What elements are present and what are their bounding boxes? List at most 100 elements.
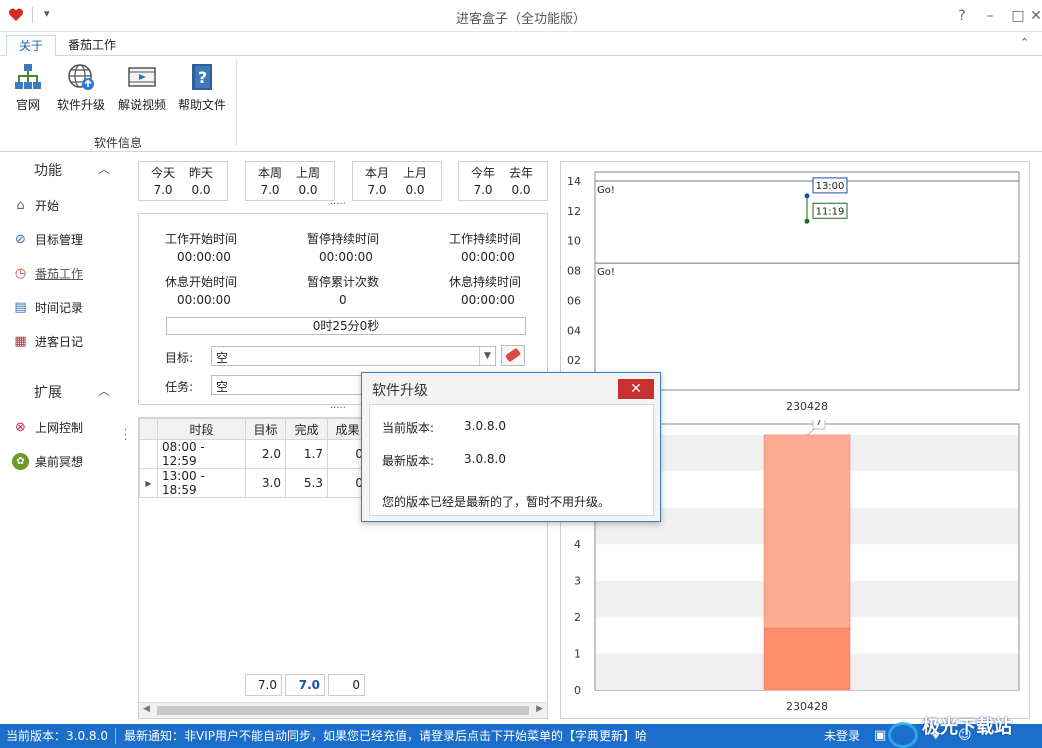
current-version-label: 当前版本: [382,421,435,435]
stat-label: 去年 [508,166,533,180]
help-button[interactable]: ? [948,5,976,27]
sidebar-item-pomodoro[interactable]: ◷ 番茄工作 [12,262,83,284]
column-header[interactable]: 完成 [285,418,328,440]
clipboard-icon[interactable]: ▣ [874,724,886,748]
row-indicator: ▶ [139,468,158,498]
minimize-button[interactable]: – [976,5,1004,27]
scroll-left-icon[interactable]: ◀ [143,704,150,714]
done-cell[interactable]: 1.7 [285,439,328,469]
target-cell[interactable]: 2.0 [245,439,286,469]
close-button[interactable]: ✕ [1030,5,1042,27]
y-tick-label: 4 [574,538,581,551]
tab-about[interactable]: 关于 [6,35,57,57]
dialog-close-button[interactable]: ✕ [618,379,654,399]
work-start-label: 工作开始时间 [165,232,238,246]
scroll-right-icon[interactable]: ▶ [536,704,543,714]
target-cell[interactable]: 3.0 [245,468,286,498]
calendar-icon: ▦ [14,333,27,349]
scroll-thumb[interactable] [157,706,529,715]
video-label: 解说视频 [117,98,166,112]
svg-text:?: ? [198,68,207,87]
table-row[interactable]: 08:00 - 12:59 2.0 1.7 0 [139,439,368,469]
website-label: 官网 [15,98,40,112]
watermark-text: 极光下载站 [922,717,1012,738]
status-divider [115,728,116,744]
upgrade-label: 软件升级 [56,98,105,112]
column-header[interactable]: 时段 [157,418,246,440]
rest-duration-label: 休息持续时间 [449,275,522,289]
total-label: 7 [816,420,823,428]
sidebar-item-label: 进客日记 [35,334,84,349]
dialog-body: 当前版本: 3.0.8.0 最新版本: 3.0.8.0 您的版本已经是最新的了，… [369,404,654,516]
maximize-button[interactable]: □ [1004,5,1032,27]
countdown-progress-bar: 0时25分0秒 [166,317,526,335]
function-collapse-icon[interactable]: ︿ [98,160,110,177]
period-cell[interactable]: 08:00 - 12:59 [157,439,246,469]
annotation-label: Go! [597,185,615,196]
rest-duration-value: 00:00:00 [461,293,515,307]
done-cell[interactable]: 5.3 [285,468,328,498]
collapse-ribbon-icon[interactable]: ⌃ [1020,36,1029,49]
website-button[interactable]: 官网 [0,62,56,113]
stat-label: 今天 [150,166,175,180]
status-notice[interactable]: 最新通知：非VIP用户不能自动同步，如果您已经充值，请登录后点击下开始菜单的【字… [124,724,647,748]
horizontal-scrollbar[interactable]: ◀ ▶ [139,702,547,718]
stat-box-day: 今天 昨天 7.0 0.0 [138,161,228,201]
sidebar-item-start[interactable]: ⌂ 开始 [12,194,59,216]
sidebar-item-meditation[interactable]: ✿ 桌前冥想 [12,450,83,472]
goal-select[interactable]: 空 ▼ [211,346,496,366]
stat-label: 上月 [402,166,427,180]
stat-label: 今年 [470,166,495,180]
current-version-value: 3.0.8.0 [464,419,506,433]
period-cell[interactable]: 13:00 - 18:59 [157,468,246,498]
work-duration-label: 工作持续时间 [449,232,522,246]
ribbon-group-label: 软件信息 [93,136,142,150]
ribbon-tab-strip: 关于 番茄工作 ⌃ [0,32,1042,57]
task-select[interactable]: 空 [211,375,371,395]
eye-slash-icon: ⊗ [15,419,26,435]
sidebar: 功能 ︿ ⌂ 开始 ⊘ 目标管理 ◷ 番茄工作 ▤ 时间记录 ▦ 进客日记 扩展… [0,152,122,724]
stat-value: 0.0 [191,183,211,197]
stat-value: 7.0 [367,183,387,197]
clock-icon: ◷ [14,265,27,281]
y-tick-label: 2 [574,611,581,624]
y-tick-label: 12 [567,205,581,218]
sidebar-item-time-log[interactable]: ▤ 时间记录 [12,296,83,318]
clear-goal-button[interactable] [501,345,525,366]
home-icon: ⌂ [16,197,25,213]
sidebar-item-goals[interactable]: ⊘ 目标管理 [12,228,83,250]
latest-version-value: 3.0.8.0 [464,452,506,466]
stat-value: 7.0 [473,183,493,197]
goal-select-value: 空 [216,351,229,365]
video-button[interactable]: 解说视频 [112,62,172,113]
total-result: 0 [328,674,365,696]
status-login[interactable]: 未登录 [824,724,860,748]
splitter-handle[interactable]: ····· [330,199,346,210]
chevron-down-icon[interactable]: ▼ [479,347,495,365]
eraser-icon [504,347,522,363]
table-row[interactable]: ▶ 13:00 - 18:59 3.0 5.3 0 [139,468,368,498]
schedule-table: 时段 目标 完成 成果 08:00 - 12:59 2.0 1.7 0 ▶ 13… [139,418,368,498]
latest-version-label: 最新版本: [382,454,435,468]
sidebar-item-web-control[interactable]: ⊗ 上网控制 [12,416,83,438]
sidebar-item-label: 桌前冥想 [35,454,84,469]
sidebar-splitter-handle[interactable]: · · · [124,426,127,446]
help-file-label: 帮助文件 [177,98,226,112]
upgrade-button[interactable]: 软件升级 [52,62,110,113]
bar-segment [763,627,851,691]
bar-segment [763,434,851,629]
sidebar-item-label: 时间记录 [35,300,84,315]
help-file-button[interactable]: ? 帮助文件 [172,62,232,113]
sidebar-item-diary[interactable]: ▦ 进客日记 [12,330,83,352]
y-tick-label: 14 [567,175,581,188]
y-tick-label: 3 [574,575,581,588]
extend-collapse-icon[interactable]: ︿ [98,382,110,399]
compass-icon: ⊘ [15,231,26,247]
stat-value: 7.0 [153,183,173,197]
pause-duration-label: 暂停持续时间 [307,232,380,246]
task-select-value: 空 [216,380,229,394]
total-target: 7.0 [245,674,282,696]
splitter-handle[interactable]: ····· [330,403,346,414]
tab-pomodoro[interactable]: 番茄工作 [56,35,128,57]
column-header[interactable]: 目标 [245,418,286,440]
